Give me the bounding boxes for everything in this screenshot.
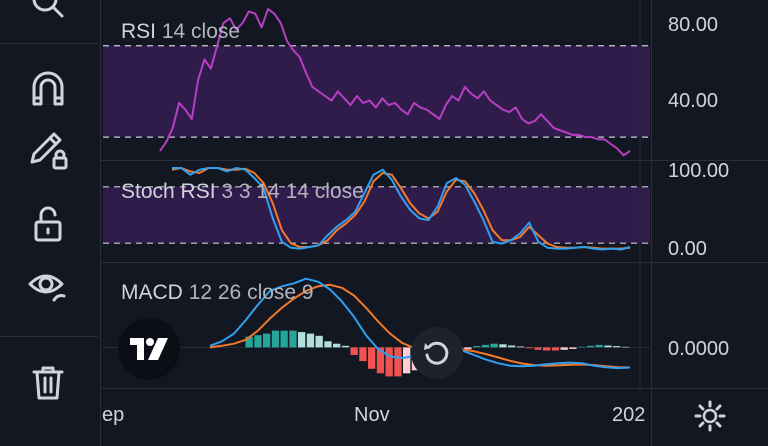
indicator-plot [103,0,650,388]
macd-histogram-bar [341,345,350,348]
macd-histogram-bar [385,347,393,377]
macd-histogram-bar [551,347,560,351]
macd-histogram-bar [324,341,332,348]
rsi-name: RSI [121,20,157,43]
scale-label-stoch-bottom: 0.00 [668,238,707,260]
macd-histogram-bar [473,346,481,348]
macd-histogram-bar [578,346,586,348]
macd-histogram-bar [490,343,498,348]
stoch-name: Stoch RSI [121,180,216,203]
settings-gear-icon [694,400,726,432]
macd-histogram-bar [333,343,341,348]
scale-label-rsi-top: 80.00 [668,14,719,36]
rsi-legend[interactable]: RSI 14 close [121,20,240,44]
macd-name: MACD [121,281,183,304]
macd-histogram-bar [621,346,630,348]
scale-label-rsi-bottom: 40.00 [668,90,719,112]
tradingview-logo-icon [130,338,168,360]
scale-label-stoch-top: 100.00 [668,160,730,182]
macd-histogram-bar [604,345,612,348]
tradingview-logo[interactable] [118,318,180,380]
macd-histogram-bar [359,347,367,362]
macd-histogram-bar [298,332,306,348]
time-label-mid: Nov [354,404,390,426]
macd-histogram-bar [560,347,568,350]
macd-histogram-bar [534,347,542,350]
macd-histogram-bar [613,346,621,348]
macd-histogram-bar [569,347,577,349]
macd-histogram-bar [263,333,271,348]
time-label-right: 202 [612,404,646,426]
macd-histogram-bar [586,345,595,348]
macd-histogram-bar [289,330,297,348]
macd-histogram-bar [525,347,533,349]
macd-histogram-bar [595,344,603,348]
rsi-params: 14 close [161,20,241,43]
macd-histogram-bar [315,335,323,348]
macd-legend[interactable]: MACD 12 26 close 9 [121,281,314,305]
macd-histogram-bar [280,330,288,348]
stoch-legend[interactable]: Stoch RSI 3 3 14 14 close [121,180,364,204]
replay-button[interactable] [411,327,463,379]
macd-histogram-bar [481,344,490,348]
scale-label-macd-zero: 0.0000 [668,338,730,360]
macd-histogram-bar [306,333,315,348]
macd-histogram-bar [254,335,262,348]
macd-histogram-bar [543,347,551,351]
time-label-left: ep [102,404,125,426]
macd-histogram-bar [271,330,280,348]
stoch-params: 3 3 14 14 close [221,180,364,203]
macd-histogram-bar [508,345,516,348]
macd-histogram-bar [350,347,358,355]
rsi-band-fill [103,45,650,138]
macd-params: 12 26 close 9 [188,281,314,304]
macd-histogram-bar [516,346,525,348]
settings-button[interactable] [692,398,728,434]
macd-histogram-bar [403,347,411,374]
macd-histogram-bar [464,347,472,350]
macd-histogram-bar [499,344,507,348]
macd-histogram-bar [368,347,376,369]
macd-histogram-bar [394,347,402,377]
replay-icon [424,341,449,365]
